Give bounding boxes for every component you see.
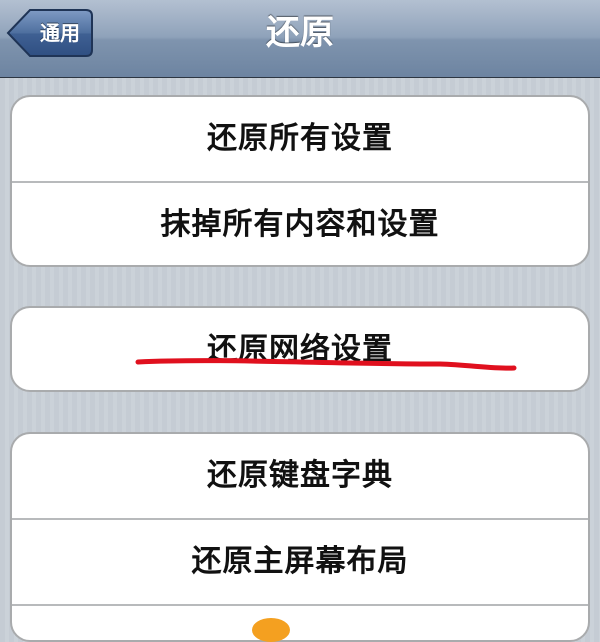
settings-group-network: 还原网络设置 [10,306,590,392]
reset-home-screen-layout-button[interactable]: 还原主屏幕布局 [12,520,588,604]
settings-group-keyboard-home: 还原键盘字典 还原主屏幕布局 [10,432,590,642]
reset-keyboard-dictionary-button[interactable]: 还原键盘字典 [12,434,588,518]
reset-network-settings-button[interactable]: 还原网络设置 [12,308,588,390]
navigation-bar: 通用 还原 [0,0,600,78]
partial-icon [252,618,290,642]
back-button[interactable]: 通用 [6,8,94,58]
erase-all-content-button[interactable]: 抹掉所有内容和设置 [12,183,588,265]
reset-all-settings-button[interactable]: 还原所有设置 [12,97,588,181]
page-title: 还原 [266,13,334,53]
back-button-label: 通用 [40,21,80,45]
settings-group-reset-all: 还原所有设置 抹掉所有内容和设置 [10,95,590,267]
cell-divider [12,604,588,606]
